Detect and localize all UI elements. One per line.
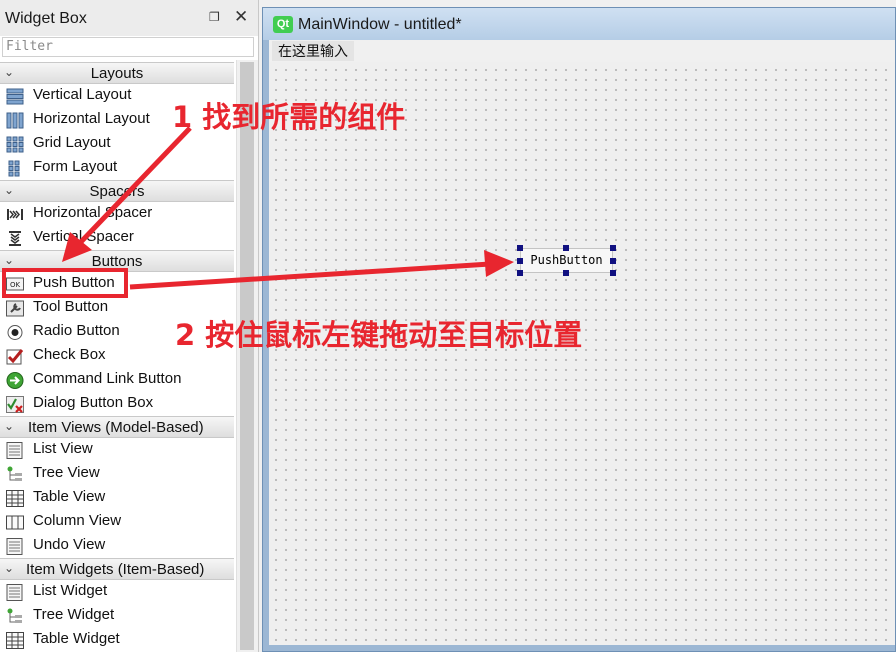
widget-item-label: Command Link Button xyxy=(33,370,182,387)
widget-item-label: List View xyxy=(33,440,93,457)
widget-item-horizontal-spacer[interactable]: Horizontal Spacer xyxy=(0,202,234,226)
widget-item-label: Check Box xyxy=(33,346,106,363)
horizontal-spacer-icon xyxy=(7,209,23,220)
widget-item-command-link-button[interactable]: Command Link Button xyxy=(0,368,234,392)
form-layout-icon xyxy=(8,160,20,177)
qt-logo-icon: Qt xyxy=(273,16,293,33)
widget-box-title: Widget Box xyxy=(5,10,87,27)
tree-widget-icon xyxy=(7,608,22,623)
category-item-widgets[interactable]: ⌄ Item Widgets (Item-Based) xyxy=(0,558,234,580)
grid-layout-icon xyxy=(6,136,24,153)
column-view-icon xyxy=(6,515,24,530)
selection-handle[interactable] xyxy=(563,245,569,251)
widget-list: ⌄ Layouts Vertical Layout Horizontal Lay… xyxy=(0,60,236,652)
widget-item-label: Vertical Spacer xyxy=(33,228,134,245)
category-label: Item Views (Model-Based) xyxy=(28,419,204,436)
category-spacers[interactable]: ⌄ Spacers xyxy=(0,180,234,202)
undo-view-icon xyxy=(6,538,23,555)
category-label: Spacers xyxy=(89,183,145,200)
list-view-icon xyxy=(6,442,23,459)
float-icon[interactable]: ❐ xyxy=(209,11,221,23)
category-label: Layouts xyxy=(90,65,144,82)
table-view-icon xyxy=(6,490,24,507)
selection-handle[interactable] xyxy=(517,245,523,251)
category-layouts[interactable]: ⌄ Layouts xyxy=(0,62,234,84)
category-item-views[interactable]: ⌄ Item Views (Model-Based) xyxy=(0,416,234,438)
widget-item-label: Radio Button xyxy=(33,322,120,339)
category-label: Item Widgets (Item-Based) xyxy=(26,561,205,578)
menu-type-here[interactable]: 在这里输入 xyxy=(272,41,354,61)
widget-item-table-view[interactable]: Table View xyxy=(0,486,234,510)
filter-input[interactable]: Filter xyxy=(2,37,254,57)
list-widget-icon xyxy=(6,584,23,601)
selection-handle[interactable] xyxy=(517,258,523,264)
horizontal-layout-icon xyxy=(6,112,24,129)
widget-item-tree-view[interactable]: Tree View xyxy=(0,462,234,486)
menu-bar: 在这里输入 xyxy=(269,40,895,62)
widget-item-label: Horizontal Layout xyxy=(33,110,150,127)
widget-item-tree-widget[interactable]: Tree Widget xyxy=(0,604,234,628)
widget-item-label: Tool Button xyxy=(33,298,109,315)
selection-handle[interactable] xyxy=(563,270,569,276)
selection-handle[interactable] xyxy=(517,270,523,276)
main-window-title: MainWindow - untitled* xyxy=(298,16,462,33)
widget-item-list-view[interactable]: List View xyxy=(0,438,234,462)
widget-item-label: Dialog Button Box xyxy=(33,394,154,411)
widget-item-label: Horizontal Spacer xyxy=(33,204,153,221)
widget-box-scrollbar[interactable] xyxy=(236,60,258,652)
vertical-layout-icon xyxy=(6,88,24,105)
widget-item-label: Undo View xyxy=(33,536,106,553)
widget-item-vertical-spacer[interactable]: Vertical Spacer xyxy=(0,226,234,250)
command-link-icon xyxy=(6,372,24,389)
tree-view-icon xyxy=(7,466,22,481)
widget-item-label: Table Widget xyxy=(33,630,120,647)
annotation-step2: 2 按住鼠标左键拖动至目标位置 xyxy=(175,318,583,352)
chevron-down-icon: ⌄ xyxy=(4,419,15,433)
highlight-box xyxy=(2,268,128,298)
table-widget-icon xyxy=(6,632,24,649)
widget-item-form-layout[interactable]: Form Layout xyxy=(0,156,234,180)
widget-item-label: Vertical Layout xyxy=(33,86,132,103)
widget-box-titlebar: Widget Box ❐ ✕ xyxy=(0,0,258,36)
widget-item-label: Grid Layout xyxy=(33,134,111,151)
widget-item-label: Form Layout xyxy=(33,158,118,175)
widget-item-label: Tree Widget xyxy=(33,606,115,623)
widget-item-label: Column View xyxy=(33,512,122,529)
radio-button-icon xyxy=(7,325,23,340)
selection-handle[interactable] xyxy=(610,270,616,276)
scrollbar-thumb[interactable] xyxy=(240,62,254,650)
widget-item-label: Table View xyxy=(33,488,106,505)
vertical-spacer-icon xyxy=(9,231,21,246)
main-window-titlebar: Qt MainWindow - untitled* xyxy=(263,8,895,40)
annotation-step1: 1 找到所需的组件 xyxy=(172,100,406,134)
widget-item-table-widget[interactable]: Table Widget xyxy=(0,628,234,652)
tool-button-icon xyxy=(6,300,24,317)
widget-item-label: Tree View xyxy=(33,464,100,481)
widget-item-column-view[interactable]: Column View xyxy=(0,510,234,534)
dialog-button-box-icon xyxy=(6,396,24,413)
selection-handle[interactable] xyxy=(610,258,616,264)
widget-item-undo-view[interactable]: Undo View xyxy=(0,534,234,558)
close-icon[interactable]: ✕ xyxy=(234,8,248,25)
chevron-down-icon: ⌄ xyxy=(4,561,15,575)
widget-item-list-widget[interactable]: List Widget xyxy=(0,580,234,604)
widget-item-label: List Widget xyxy=(33,582,108,599)
selection-handle[interactable] xyxy=(610,245,616,251)
check-box-icon xyxy=(6,349,24,365)
widget-item-dialog-button-box[interactable]: Dialog Button Box xyxy=(0,392,234,416)
